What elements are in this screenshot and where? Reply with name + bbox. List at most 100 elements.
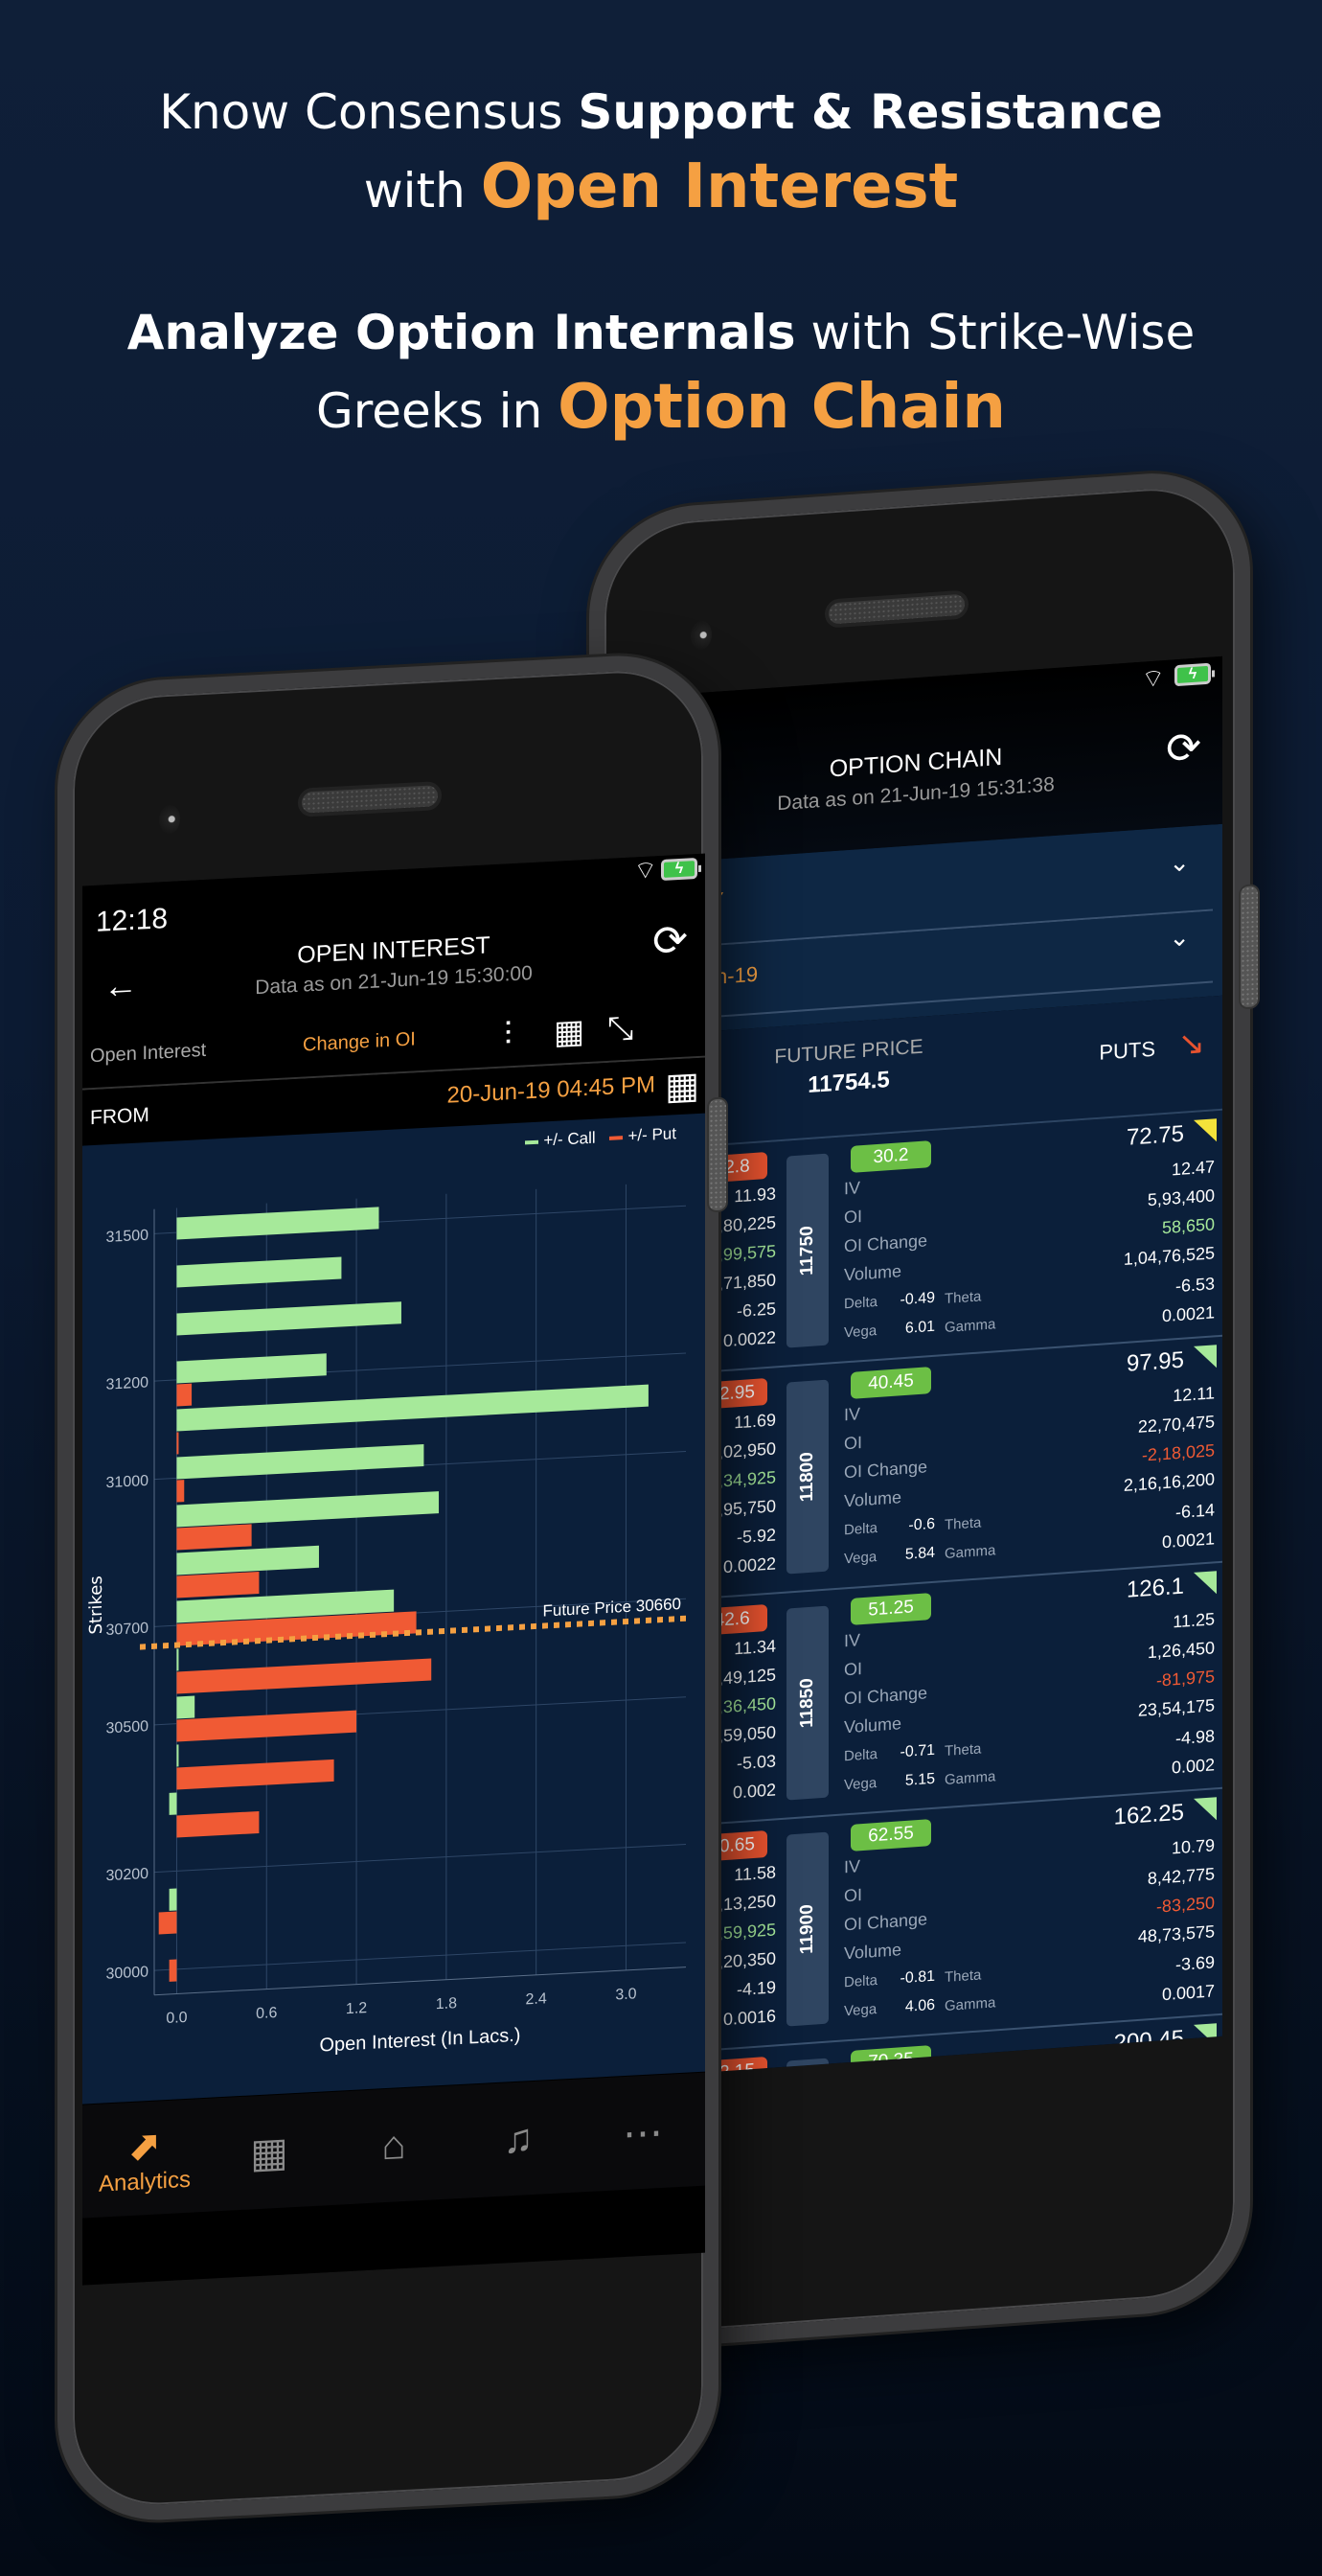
call-bar	[176, 1491, 440, 1528]
grid-line-y	[154, 1843, 686, 1874]
option-chain-row[interactable]: -52.95 11800 40.45 97.95 11.69 32,02,950 13,34…	[648, 1336, 1222, 1603]
theta-label: Theta	[945, 1288, 982, 1308]
delta-label: Delta	[844, 1971, 878, 1991]
filter-sliders-icon[interactable]: ⫶	[504, 1016, 513, 1053]
call-iv: 11.34	[734, 1636, 776, 1659]
grid-icon[interactable]: ▦	[554, 1012, 584, 1052]
put-change-badge: 30.2	[851, 1140, 931, 1173]
iv-label: IV	[844, 1856, 861, 1877]
put-iv: 10.79	[1171, 1835, 1215, 1858]
put-oi: 1,26,450	[1147, 1638, 1215, 1663]
call-oi-change: 1,99,575	[708, 1241, 776, 1266]
put-iv: 11.25	[1173, 1609, 1215, 1632]
delta-label: Delta	[844, 1745, 878, 1765]
nav-item-bank[interactable]: ⌂	[341, 2120, 446, 2172]
analytics-icon: ⬈	[127, 2121, 162, 2169]
put-bar	[176, 1480, 185, 1503]
wifi-icon: ⌔	[1141, 662, 1165, 694]
call-theta: -5.03	[736, 1751, 776, 1774]
nav-item-analytics[interactable]: ⬈ Analytics	[92, 2119, 197, 2198]
put-delta: -0.6	[908, 1515, 935, 1534]
put-ltp: 72.75	[1126, 1120, 1184, 1151]
refresh-icon[interactable]: ⟳	[652, 916, 688, 967]
call-theta: -5.92	[736, 1525, 776, 1548]
future-price-label: Future Price 30660	[543, 1595, 681, 1621]
strike-price-box: 11900	[786, 1831, 829, 2027]
tab-open-interest[interactable]: Open Interest	[90, 1040, 206, 1068]
delta-label: Delta	[844, 1519, 878, 1539]
collapse-icon[interactable]: ⤡	[607, 1009, 633, 1047]
refresh-icon[interactable]: ⟳	[1166, 723, 1201, 774]
iv-label: IV	[844, 1630, 861, 1651]
put-bar	[176, 1383, 193, 1407]
nav-item-bell[interactable]: ♫	[466, 2113, 571, 2165]
oi-change-label: OI Change	[844, 1457, 928, 1483]
call-gamma: 0.0022	[722, 1553, 776, 1577]
battery-icon: ϟ	[661, 857, 697, 881]
strike-price: 11800	[797, 1451, 817, 1503]
call-iv: 11.93	[734, 1184, 776, 1207]
tab-change-in-oi[interactable]: Change in OI	[303, 1028, 416, 1056]
headline-text: Know Consensus	[159, 84, 579, 140]
volume-label: Volume	[844, 1714, 902, 1737]
grid-line-y	[154, 1942, 686, 1971]
oi-chart-area: +/- Call +/- Put 0.0 0.6 1.2 1.8 2.4 3.0 31500…	[82, 1113, 705, 2104]
front-camera	[159, 804, 180, 835]
bank-icon: ⌂	[381, 2121, 406, 2169]
put-bar	[176, 1571, 260, 1598]
gamma-label: Gamma	[945, 1542, 996, 1563]
volume-label: Volume	[844, 1487, 902, 1511]
put-oi: 22,70,475	[1137, 1412, 1215, 1437]
call-bar	[176, 1301, 401, 1336]
call-gamma: 0.0016	[722, 2006, 776, 2030]
put-oi: 5,93,400	[1147, 1185, 1215, 1210]
oi-change-label: OI Change	[844, 1909, 928, 1935]
y-tick-label: 30500	[106, 1718, 149, 1736]
put-gamma: 0.002	[1171, 1755, 1215, 1778]
call-theta: -4.19	[736, 1977, 776, 2000]
speaker-grille	[298, 780, 442, 817]
wifi-icon: ⌔	[633, 855, 657, 886]
calendar-icon[interactable]: ▦	[665, 1064, 699, 1109]
theta-label: Theta	[945, 1740, 982, 1760]
call-theta: -6.25	[736, 1299, 776, 1322]
put-bar	[169, 1959, 177, 1982]
y-axis-title: Strikes	[86, 1576, 106, 1635]
put-vega: 5.15	[904, 1770, 935, 1789]
from-label: FROM	[90, 1103, 149, 1130]
option-chain-row[interactable]: -42.6 11850 51.25 126.1 11.34 12,49,125 9,36,4…	[648, 1562, 1222, 1829]
put-vega: 6.01	[904, 1318, 935, 1337]
x-axis-title: Open Interest (In Lacs.)	[320, 2025, 521, 2057]
strike-price: 11850	[797, 1677, 817, 1729]
option-chain-row[interactable]: -30.65 11900 62.55 162.25 11.58 28,13,250 9,59…	[648, 1788, 1222, 2056]
price-flag-icon	[1194, 1571, 1217, 1596]
call-oi: 4,80,225	[708, 1212, 776, 1237]
call-iv: 11.69	[734, 1410, 776, 1433]
strike-price-box	[786, 2058, 829, 2077]
puts-label[interactable]: PUTS	[1099, 1037, 1155, 1066]
option-chain-row[interactable]: -62.8 11750 30.2 72.75 11.93 4,80,225 1,99,575…	[648, 1110, 1222, 1377]
put-vega: 4.06	[904, 1996, 935, 2015]
call-bar	[176, 1695, 195, 1719]
phone-open-interest: 12:18 ⌔ ϟ ← OPEN INTEREST Data as on 21-…	[57, 650, 728, 2525]
oi-label: OI	[844, 1885, 863, 1906]
oi-bar-chart: 0.0 0.6 1.2 1.8 2.4 3.0 31500 31200 31000 30700 30…	[86, 1184, 691, 2057]
headline-text: Greeks in	[316, 383, 558, 439]
put-volume: 48,73,575	[1137, 1921, 1215, 1946]
put-delta: -0.71	[900, 1741, 935, 1761]
put-bar	[176, 1710, 357, 1742]
option-chain-list[interactable]: -62.8 11750 30.2 72.75 11.93 4,80,225 1,99,575…	[648, 1110, 1222, 2077]
x-tick-label: 0.0	[166, 2010, 187, 2027]
speaker-grille	[825, 589, 969, 629]
open-interest-screen: 12:18 ⌔ ϟ ← OPEN INTEREST Data as on 21-…	[82, 853, 705, 2286]
put-oi-change: -2,18,025	[1141, 1440, 1215, 1465]
put-gamma: 0.0021	[1161, 1529, 1215, 1552]
put-vega: 5.84	[904, 1544, 935, 1563]
from-date-value[interactable]: 20-Jun-19 04:45 PM	[447, 1071, 655, 1109]
nav-item-calculator[interactable]: ▦	[217, 2126, 322, 2178]
put-theta: -6.53	[1174, 1274, 1215, 1297]
nav-item-more[interactable]: ⋯	[590, 2106, 695, 2159]
put-delta: -0.49	[900, 1289, 935, 1309]
strike-price-box: 11750	[786, 1153, 829, 1348]
headline-emphasis: Analyze Option Internals	[126, 305, 796, 360]
